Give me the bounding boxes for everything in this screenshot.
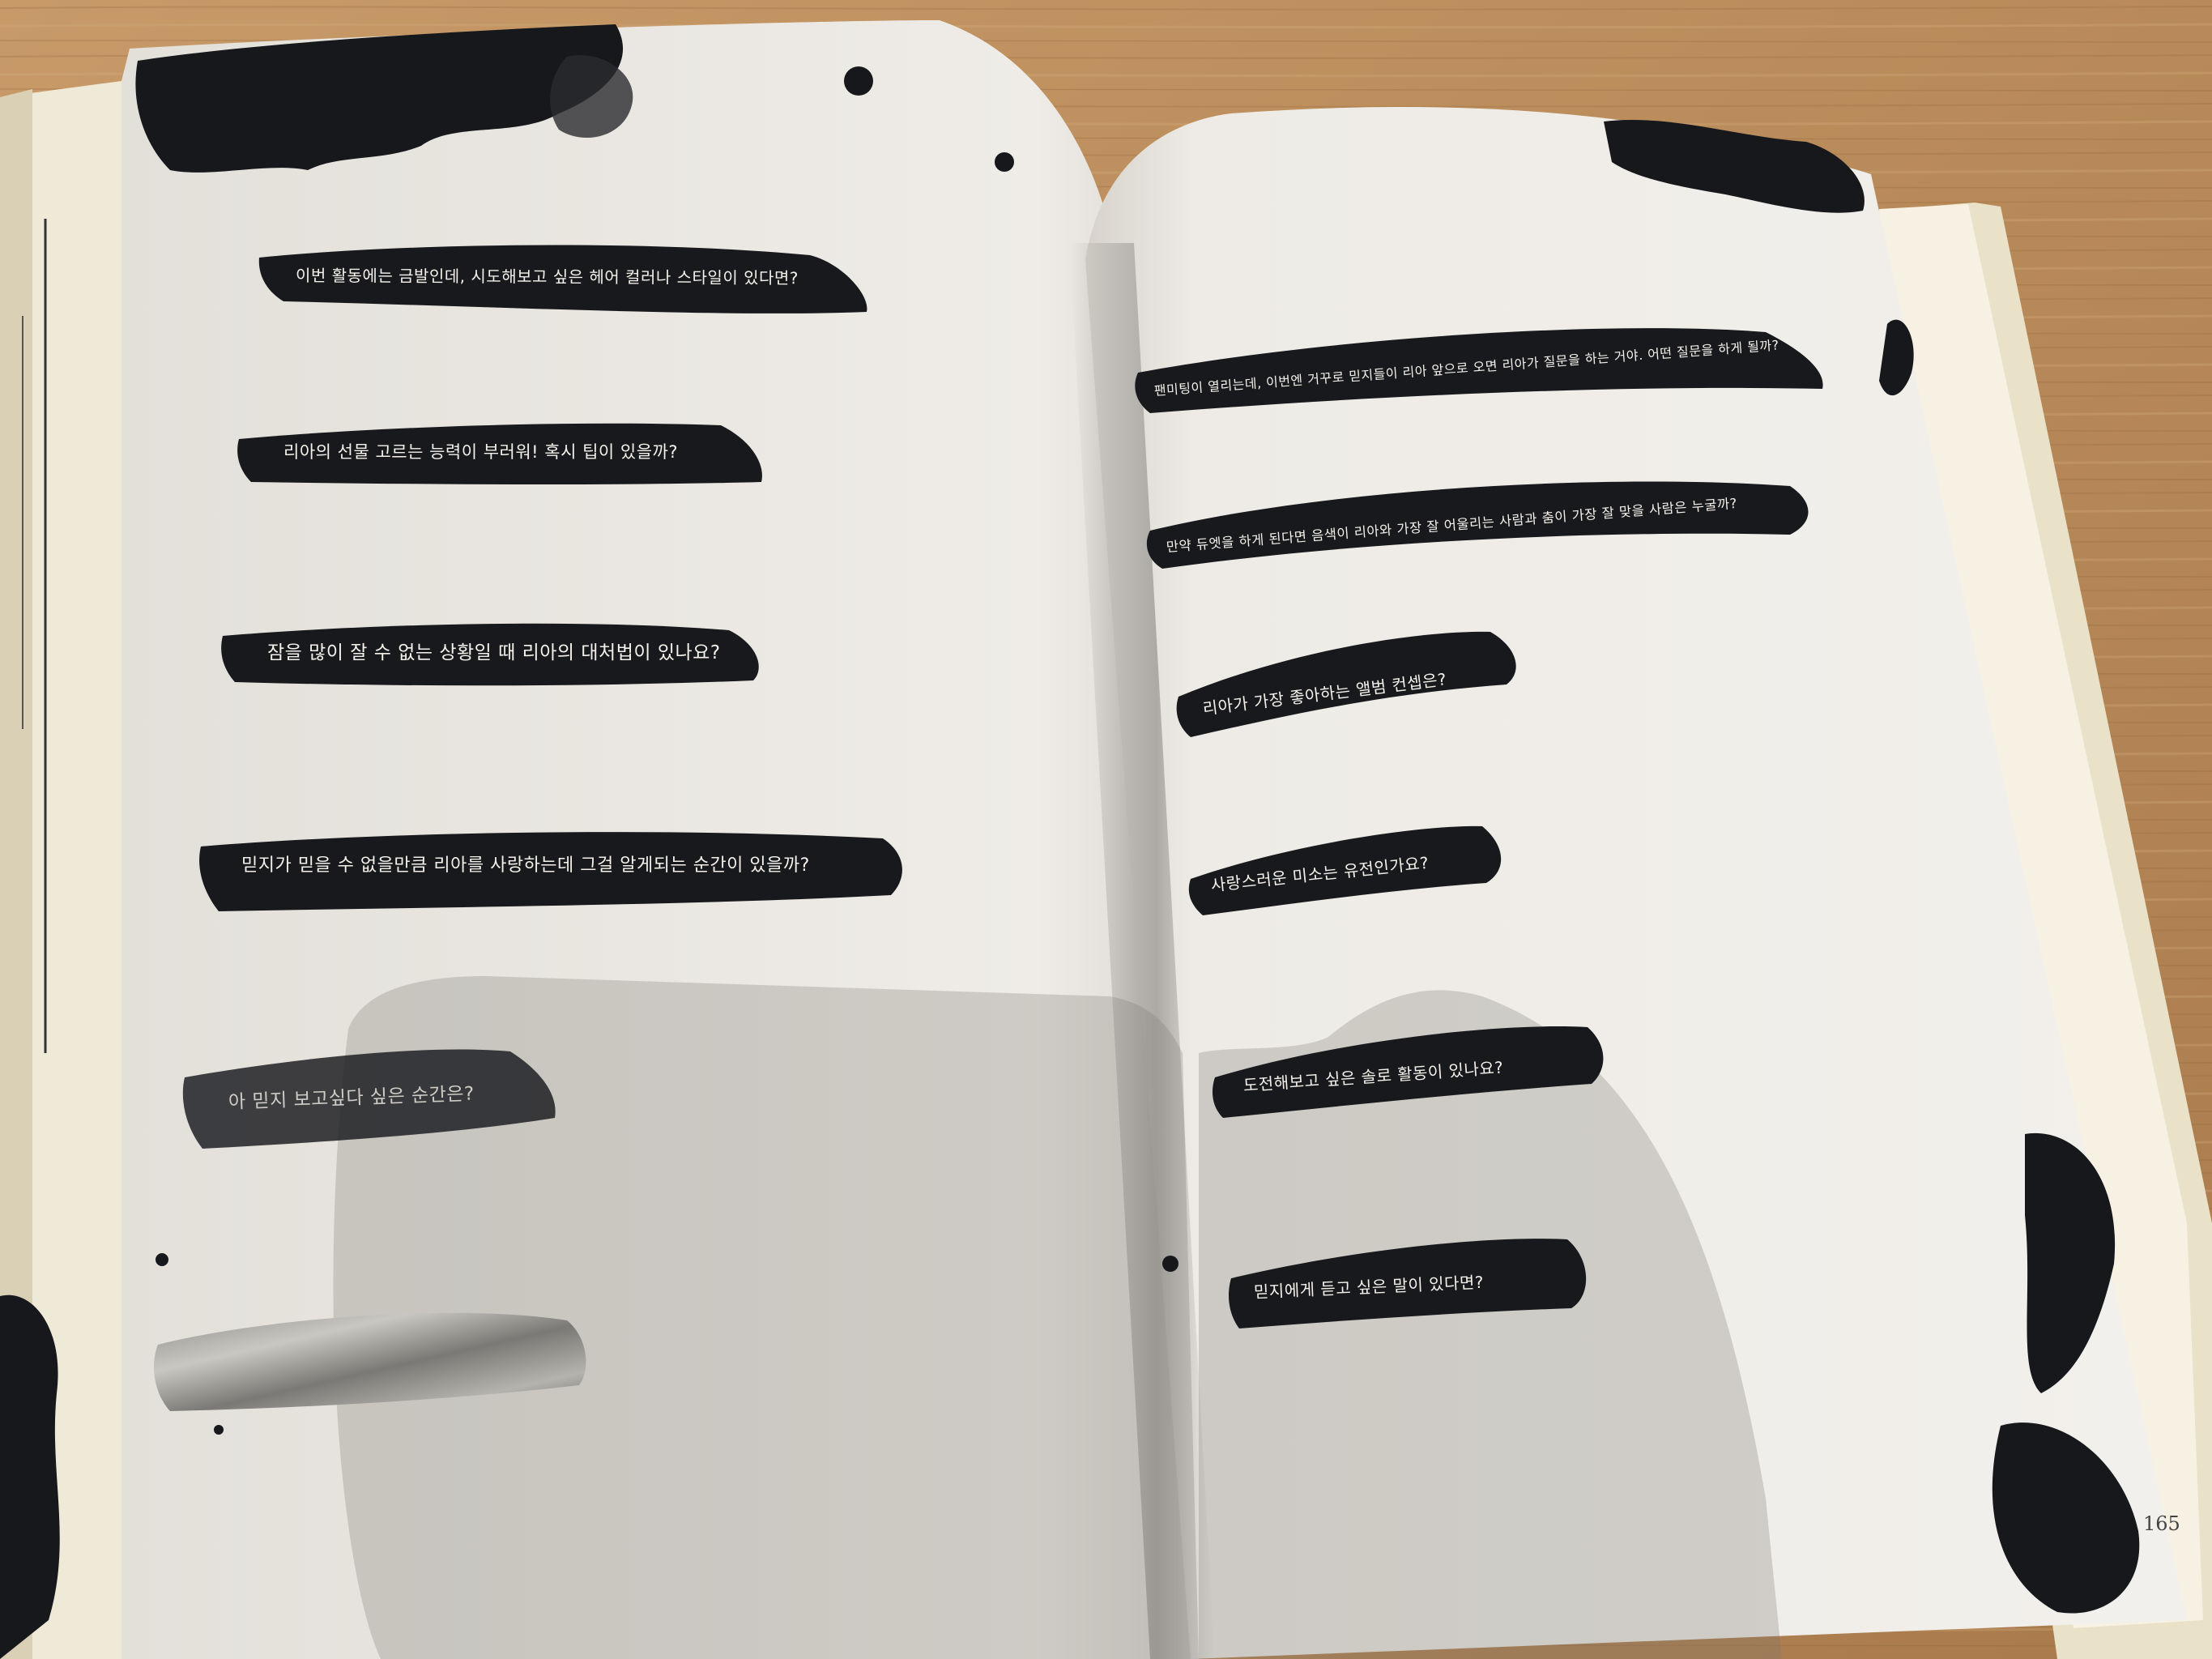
left-prompt-5: 아 믿지 보고싶다 싶은 순간은? <box>228 1083 475 1113</box>
right-prompt-1: 팬미팅이 열리는데, 이번엔 거꾸로 믿지들이 리아 앞으로 오면 리아가 질문… <box>1153 337 1780 399</box>
left-prompt-1: 이번 활동에는 금발인데, 시도해보고 싶은 헤어 컬러나 스타일이 있다면? <box>295 266 799 288</box>
right-prompt-2: 만약 듀엣을 하게 된다면 음색이 리아와 가장 잘 어울리는 사람과 춤이 가… <box>1166 495 1738 555</box>
page-number: 165 <box>2143 1512 2180 1535</box>
prompt-text-layer: 이번 활동에는 금발인데, 시도해보고 싶은 헤어 컬러나 스타일이 있다면? … <box>0 0 2212 1659</box>
right-prompt-6: 믿지에게 듣고 싶은 말이 있다면? <box>1253 1272 1485 1302</box>
left-prompt-2: 리아의 선물 고르는 능력이 부러워! 혹시 팁이 있을까? <box>283 442 679 462</box>
right-prompt-4: 사랑스러운 미소는 유전인가요? <box>1209 852 1430 895</box>
left-prompt-3: 잠을 많이 잘 수 없는 상황일 때 리아의 대처법이 있나요? <box>267 642 721 663</box>
left-prompt-4: 믿지가 믿을 수 없을만큼 리아를 사랑하는데 그걸 알게되는 순간이 있을까? <box>241 855 810 876</box>
right-prompt-5: 도전해보고 싶은 솔로 활동이 있나요? <box>1242 1057 1505 1095</box>
right-prompt-3: 리아가 가장 좋아하는 앨범 컨셉은? <box>1201 669 1448 719</box>
